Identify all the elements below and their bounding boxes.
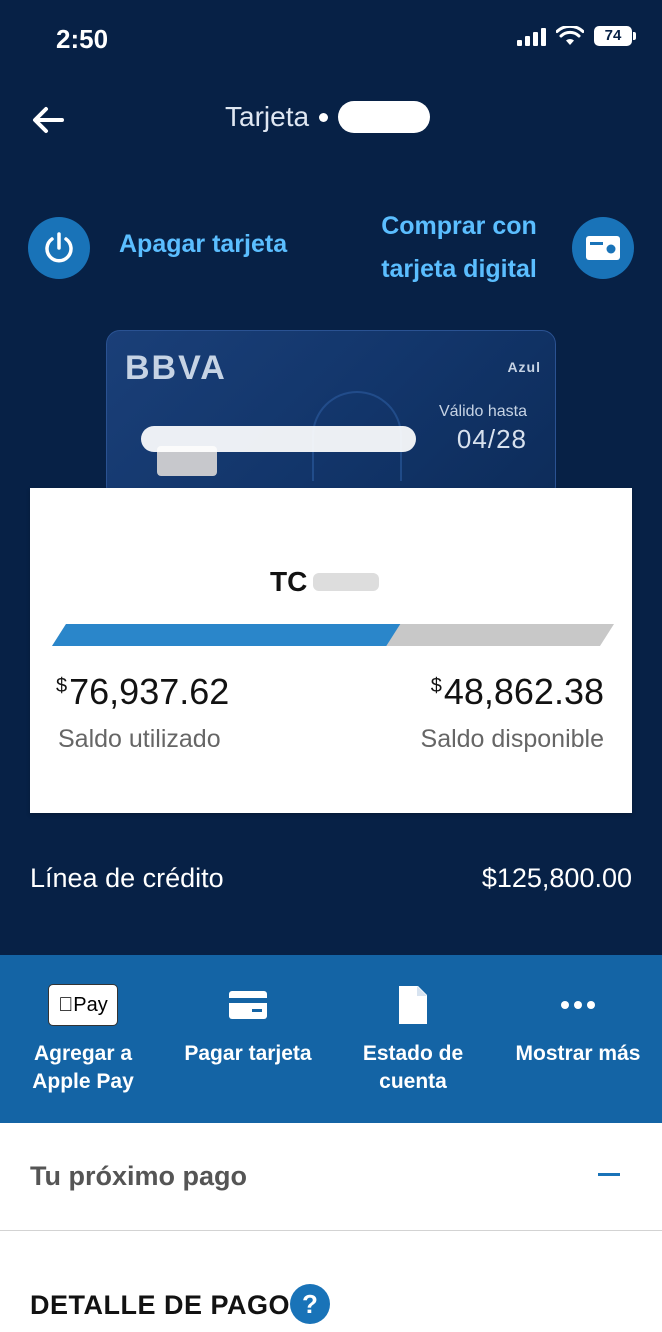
credit-line-value: $125,800.00 <box>481 863 632 893</box>
battery-icon: 74 <box>594 26 636 46</box>
card-valid-label: Válido hasta <box>438 403 527 420</box>
add-apple-pay-label: Agregar a Apple Pay <box>8 1040 158 1096</box>
qa-label-line1: Agregar a <box>33 1042 133 1065</box>
quick-actions: Pay Agregar a Apple Pay Pagar tarjeta <box>0 955 662 1123</box>
signal-icon <box>517 26 546 46</box>
used-bar <box>52 624 401 646</box>
masked-card-number <box>141 426 416 452</box>
card-payment-icon <box>229 991 267 1019</box>
digital-card-button[interactable] <box>572 217 634 279</box>
pay-card-button[interactable]: Pagar tarjeta <box>173 980 323 1068</box>
wallet-icon <box>586 236 620 260</box>
balance-panel: TC $76,937.62 $48,862.38 Saldo utilizado… <box>30 488 632 813</box>
pay-card-label: Pagar tarjeta <box>173 1040 323 1068</box>
wifi-icon <box>556 26 584 45</box>
qa-label-line1: Mostrar más <box>515 1042 641 1065</box>
digital-card-label[interactable]: Comprar con tarjeta digital <box>370 205 548 291</box>
used-amount: $76,937.62 <box>56 671 229 713</box>
account-statement-label: Estado de cuenta <box>338 1040 488 1096</box>
masked-card-name <box>313 573 380 591</box>
used-amount-value: 76,937.62 <box>69 671 230 712</box>
card-expiry: 04/28 <box>456 424 527 454</box>
digital-card-label-line2: tarjeta digital <box>381 255 537 283</box>
next-payment-label: Tu próximo pago <box>30 1161 247 1191</box>
masked-number-dot <box>319 112 329 122</box>
available-currency: $ <box>430 675 442 697</box>
power-off-button[interactable] <box>28 217 90 279</box>
add-apple-pay-button[interactable]: Pay Agregar a Apple Pay <box>8 980 158 1096</box>
payment-detail-heading: DETALLE DE PAGO <box>30 1290 291 1320</box>
next-payment-section[interactable]: Tu próximo pago <box>0 1123 662 1231</box>
digital-card-label-line1: Comprar con <box>381 212 537 240</box>
used-currency: $ <box>56 675 68 697</box>
available-amount-value: 48,862.38 <box>443 671 604 712</box>
card-type: Azul <box>507 359 541 375</box>
credit-line-label: Línea de crédito <box>30 863 224 893</box>
apple-pay-text: Pay <box>65 993 107 1016</box>
document-icon <box>399 986 427 1024</box>
page-title: Tarjeta <box>225 101 431 133</box>
credit-usage-bar <box>52 624 614 646</box>
status-icons: 74 <box>517 26 636 46</box>
help-icon[interactable]: ? <box>290 1284 330 1324</box>
apple-pay-icon: Pay <box>8 980 158 1030</box>
collapse-icon[interactable] <box>598 1173 620 1176</box>
more-icon <box>561 1001 595 1009</box>
power-icon <box>45 232 73 263</box>
available-label: Saldo disponible <box>420 725 604 753</box>
show-more-button[interactable]: Mostrar más <box>503 980 653 1068</box>
account-statement-button[interactable]: Estado de cuenta <box>338 980 488 1096</box>
qa-label-line2: cuenta <box>379 1070 447 1093</box>
status-time: 2:50 <box>56 24 109 54</box>
card-brand-logo: BBVA <box>125 349 227 387</box>
card-name: TC <box>270 566 380 598</box>
header-area: 2:50 74 Tarjeta Apagar tarjeta Comprar c… <box>0 0 662 955</box>
back-arrow-icon[interactable] <box>28 100 68 140</box>
qa-label-line2: Apple Pay <box>32 1070 134 1093</box>
qa-label-line1: Estado de <box>362 1042 464 1065</box>
page-title-text: Tarjeta <box>225 101 310 132</box>
qa-label-line1: Pagar tarjeta <box>184 1042 312 1065</box>
credit-card-image: BBVA Azul Válido hasta 04/28 <box>106 330 556 500</box>
used-label: Saldo utilizado <box>58 725 221 753</box>
power-off-label[interactable]: Apagar tarjeta <box>119 230 287 259</box>
masked-card-number <box>338 101 431 133</box>
show-more-label: Mostrar más <box>503 1040 653 1068</box>
available-amount: $48,862.38 <box>431 671 604 713</box>
apple-logo-icon:  <box>58 994 73 1017</box>
card-name-text: TC <box>270 566 308 597</box>
